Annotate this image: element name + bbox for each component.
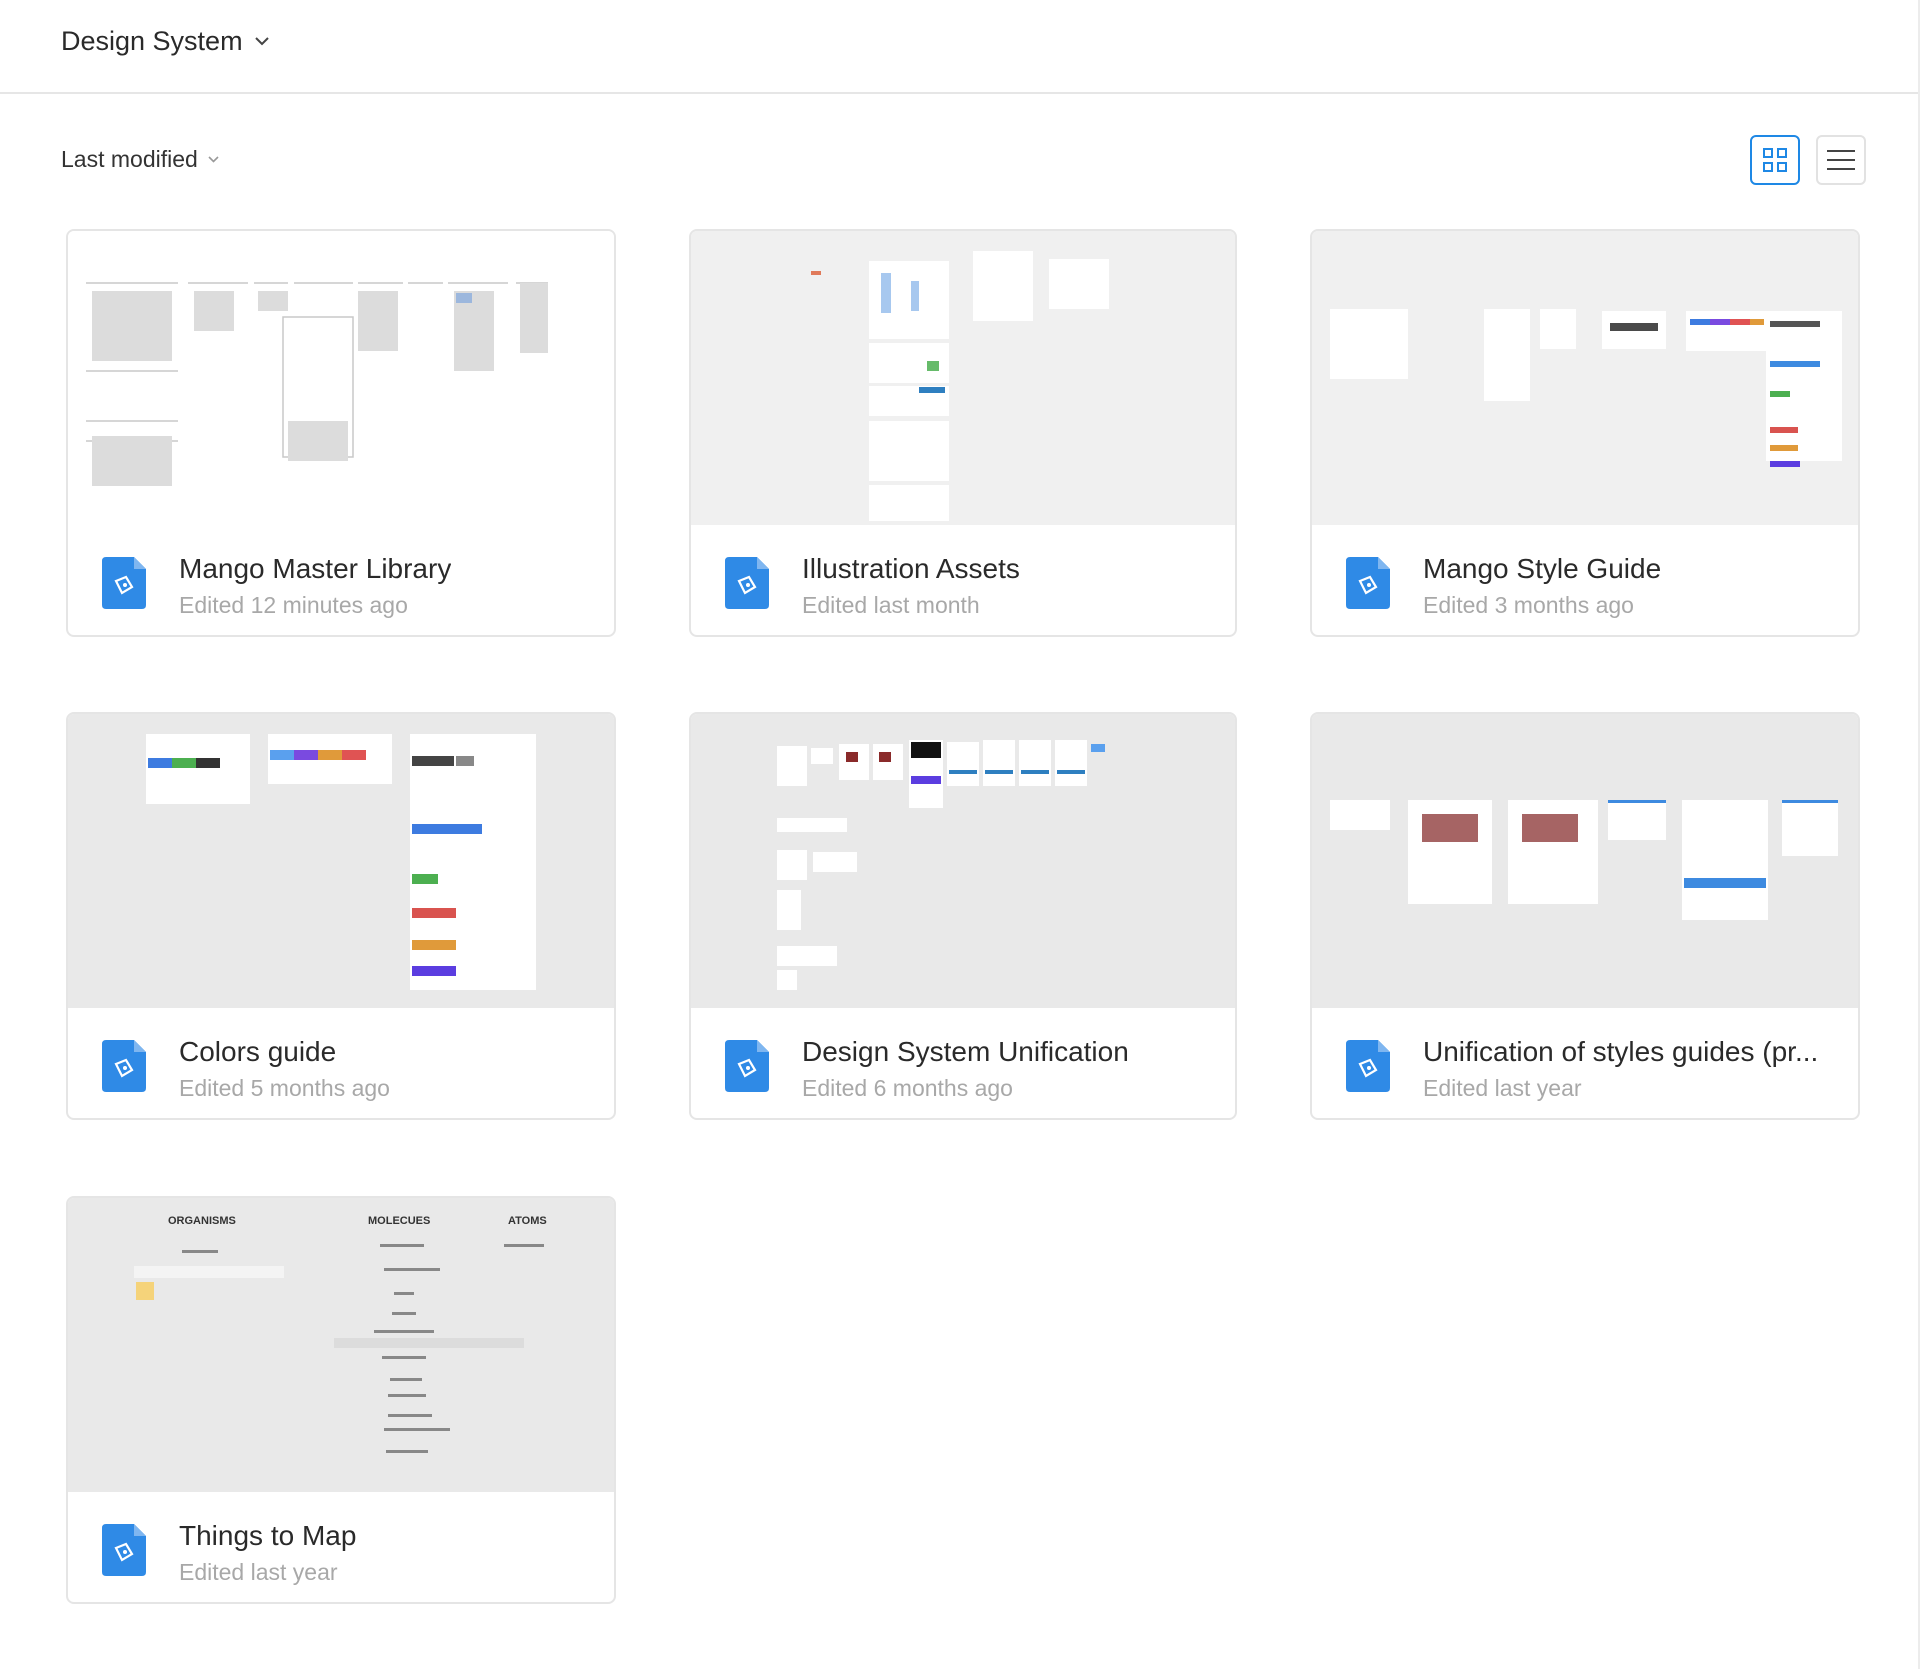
file-title: Things to Map: [179, 1520, 357, 1551]
grid-view-button[interactable]: [1750, 135, 1800, 185]
file-card[interactable]: ORGANISMS MOLECUES ATOMS Things to Map E…: [66, 1196, 616, 1604]
file-thumbnail: [691, 714, 1235, 1008]
thumbnail-preview: [811, 251, 1109, 521]
file-thumbnail: [1312, 714, 1858, 1008]
sort-dropdown[interactable]: Last modified: [61, 146, 219, 173]
file-edited-time: Edited 5 months ago: [179, 1075, 390, 1101]
file-edited-time: Edited 12 minutes ago: [179, 592, 408, 618]
design-file-icon: [102, 557, 146, 609]
chevron-down-icon: [208, 156, 219, 163]
project-title: Design System: [61, 26, 243, 56]
file-title: Mango Style Guide: [1423, 553, 1662, 584]
design-file-icon: [1346, 557, 1390, 609]
file-info: Unification of styles guides (pr... Edit…: [1312, 1008, 1858, 1118]
thumbnail-preview: [1330, 800, 1838, 920]
design-file-icon: [1346, 1040, 1390, 1092]
file-title: Illustration Assets: [802, 553, 1020, 584]
file-title: Colors guide: [179, 1036, 337, 1067]
file-card[interactable]: Illustration Assets Edited last month: [689, 229, 1237, 637]
file-thumbnail: [68, 231, 614, 525]
design-file-icon: [725, 557, 769, 609]
file-edited-time: Edited last year: [179, 1559, 338, 1585]
file-card[interactable]: Mango Master Library Edited 12 minutes a…: [66, 229, 616, 637]
file-edited-time: Edited last month: [802, 592, 980, 618]
design-file-icon: [102, 1524, 146, 1576]
file-thumbnail: ORGANISMS MOLECUES ATOMS: [68, 1198, 614, 1492]
design-file-icon: [102, 1040, 146, 1092]
chevron-down-icon: [254, 37, 269, 46]
file-info: Things to Map Edited last year: [68, 1492, 614, 1602]
file-info: Mango Master Library Edited 12 minutes a…: [68, 525, 614, 635]
file-edited-time: Edited 3 months ago: [1423, 592, 1634, 618]
list-view-button[interactable]: [1816, 135, 1866, 185]
thumbnail-preview: [146, 734, 536, 990]
thumb-label-molecules: MOLECUES: [368, 1215, 430, 1227]
thumbnail-preview: [777, 740, 1105, 990]
file-thumbnail: [68, 714, 614, 1008]
sort-label: Last modified: [61, 146, 198, 172]
grid-icon: [1763, 148, 1787, 172]
file-card[interactable]: Colors guide Edited 5 months ago: [66, 712, 616, 1120]
file-title: Design System Unification: [802, 1036, 1129, 1067]
list-icon: [1827, 150, 1855, 170]
file-info: Illustration Assets Edited last month: [691, 525, 1235, 635]
thumbnail-preview: ORGANISMS MOLECUES ATOMS: [134, 1215, 547, 1453]
thumb-label-organisms: ORGANISMS: [168, 1215, 236, 1227]
file-thumbnail: [691, 231, 1235, 525]
file-card[interactable]: Design System Unification Edited 6 month…: [689, 712, 1237, 1120]
file-info: Colors guide Edited 5 months ago: [68, 1008, 614, 1118]
thumb-label-atoms: ATOMS: [508, 1215, 547, 1227]
file-edited-time: Edited 6 months ago: [802, 1075, 1013, 1101]
file-title: Mango Master Library: [179, 553, 452, 584]
project-title-dropdown[interactable]: Design System: [61, 26, 269, 57]
file-thumbnail: [1312, 231, 1858, 525]
file-card[interactable]: Unification of styles guides (pr... Edit…: [1310, 712, 1860, 1120]
file-card[interactable]: Mango Style Guide Edited 3 months ago: [1310, 229, 1860, 637]
design-file-icon: [725, 1040, 769, 1092]
file-title: Unification of styles guides (pr...: [1423, 1036, 1819, 1067]
thumbnail-preview: [1330, 309, 1842, 467]
thumbnail-preview: [86, 282, 548, 486]
file-info: Design System Unification Edited 6 month…: [691, 1008, 1235, 1118]
top-bar: Design System: [0, 0, 1918, 94]
file-info: Mango Style Guide Edited 3 months ago: [1312, 525, 1858, 635]
file-edited-time: Edited last year: [1423, 1075, 1582, 1101]
